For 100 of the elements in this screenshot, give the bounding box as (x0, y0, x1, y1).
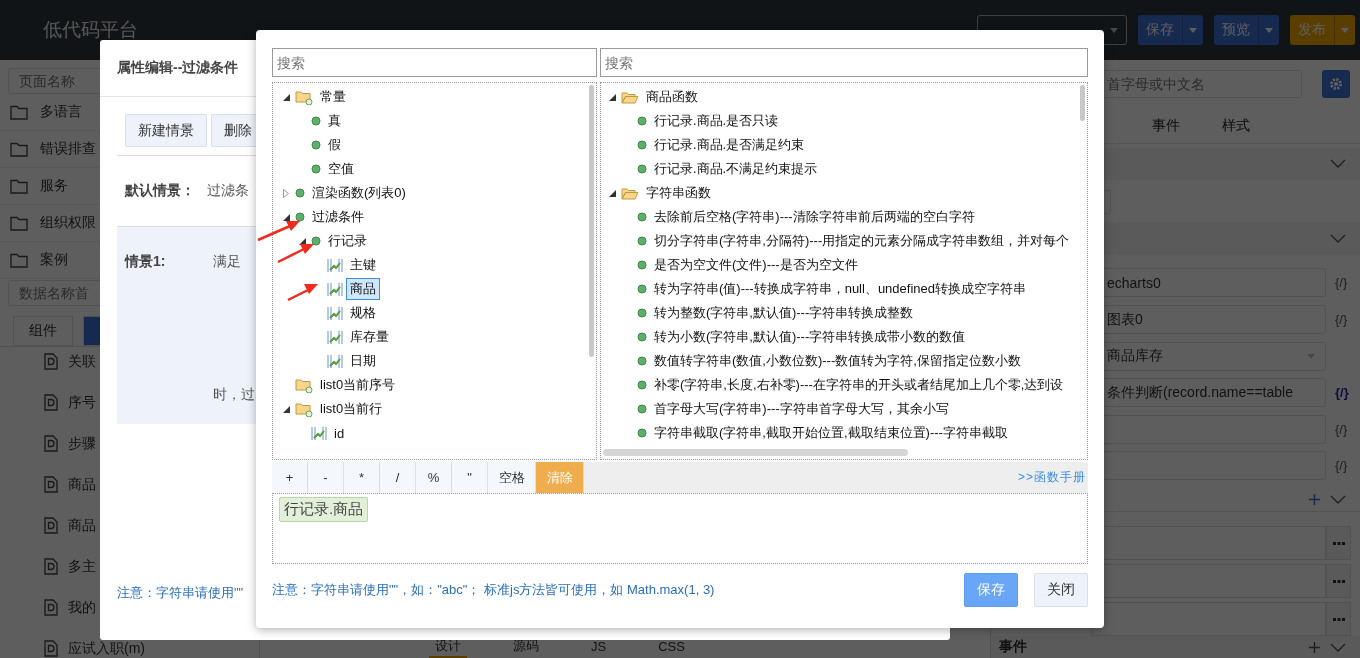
tree-item[interactable]: 转为字符串(值)---转换成字符串，null、undefined转换成空字符串 (650, 278, 1030, 300)
dot-icon (311, 164, 321, 174)
dot-icon (637, 164, 647, 174)
operator-button[interactable]: 空格 (488, 462, 536, 493)
search-field[interactable]: 搜索 (600, 48, 1088, 77)
scrollbar[interactable] (1080, 85, 1085, 121)
dot-icon (295, 188, 305, 198)
data-file-icon (44, 517, 58, 534)
annotation-arrow (277, 244, 314, 264)
tree-item[interactable]: 是否为空文件(文件)---是否为空文件 (650, 254, 862, 276)
dot-icon (637, 116, 647, 126)
tree-item[interactable]: 过滤条件 (308, 206, 368, 228)
scrollbar[interactable] (589, 85, 594, 357)
settings-button[interactable] (1322, 70, 1350, 98)
data-file-icon (44, 394, 58, 411)
expression-token[interactable]: 行记录.商品 (279, 497, 369, 522)
folder-icon (10, 215, 28, 231)
dot-icon (637, 284, 647, 294)
operator-button[interactable]: / (380, 462, 416, 493)
expanded-triangle-icon[interactable] (282, 405, 290, 413)
tree-item[interactable]: 转为整数(字符串,默认值)---字符串转换成整数 (650, 302, 918, 324)
dot-icon (311, 140, 321, 150)
dot-icon (637, 212, 647, 222)
scrollbar[interactable] (603, 449, 908, 456)
operator-button[interactable]: " (452, 462, 488, 493)
collapsed-triangle-icon[interactable] (283, 188, 289, 198)
tree-item[interactable]: 行记录.商品.不满足约束提示 (650, 158, 822, 180)
more-button[interactable] (1326, 526, 1351, 561)
folder-icon (295, 377, 313, 393)
dot-icon (311, 116, 321, 126)
expanded-triangle-icon[interactable] (608, 93, 616, 101)
tree-item[interactable]: 首字母大写(字符串)---字符串首字母大写，其余小写 (650, 398, 953, 420)
tree-item[interactable]: 行记录.商品.是否只读 (650, 110, 783, 132)
tree-item[interactable]: list0当前行 (316, 398, 387, 420)
operator-button[interactable]: + (272, 462, 308, 493)
tree-item[interactable]: 数值转字符串(数值,小数位数)---数值转为字符,保留指定位数小数 (650, 350, 1025, 372)
field-icon (327, 257, 343, 273)
tree-item[interactable]: 去除前后空格(字符串)---清除字符串前后两端的空白字符 (650, 206, 979, 228)
chevron-icon[interactable] (1330, 642, 1346, 652)
folder-icon (10, 178, 28, 194)
tree-item[interactable]: 行记录 (324, 230, 371, 252)
add-icon[interactable] (1309, 494, 1320, 506)
operator-button[interactable]: - (308, 462, 344, 493)
tree-item[interactable]: 转为小数(字符串,默认值)---字符串转换成带小数的数值 (650, 326, 970, 348)
tree-item[interactable]: 主键 (346, 254, 380, 276)
tree-item[interactable]: id (330, 423, 349, 443)
field-icon (327, 305, 343, 321)
condition-text: 满足 (213, 253, 241, 271)
search-field[interactable]: 搜索 (272, 48, 597, 77)
tree-item[interactable]: 商品函数 (642, 86, 702, 108)
more-button[interactable] (1326, 602, 1351, 637)
data-file-icon (44, 640, 58, 657)
chevron-icon[interactable] (1330, 233, 1346, 243)
dot-icon (637, 428, 647, 438)
app-logo: 低代码平台 (43, 18, 138, 42)
folder-icon (295, 89, 313, 105)
expanded-triangle-icon[interactable] (608, 189, 616, 197)
input-field[interactable] (1091, 602, 1326, 637)
dot-icon (637, 140, 647, 150)
tree-item[interactable]: 行记录.商品.是否满足约束 (650, 134, 809, 156)
add-icon[interactable] (1309, 641, 1320, 653)
caret-icon (1189, 27, 1197, 33)
scenario-button[interactable]: 新建情景 (125, 114, 207, 147)
folder-icon (295, 401, 313, 417)
tree-item[interactable]: 字符串函数 (642, 182, 715, 204)
annotation-arrow (287, 284, 318, 302)
caret-icon (1110, 27, 1118, 33)
dot-icon (637, 404, 647, 414)
folder-icon (621, 185, 639, 201)
settings-icon (1329, 77, 1344, 91)
expanded-triangle-icon[interactable] (282, 213, 290, 221)
note-text: 注意：字符串请使用"" (117, 584, 244, 602)
tree-item[interactable]: 补零(字符串,长度,右补零)---在字符串的开头或者结尾加上几个零,达到设 (650, 374, 1068, 396)
tree-item[interactable]: 真 (324, 110, 345, 132)
expanded-triangle-icon[interactable] (282, 93, 290, 101)
field-value: 过滤条 (207, 182, 249, 200)
operator-button[interactable]: * (344, 462, 380, 493)
tree-item[interactable]: 规格 (346, 302, 380, 324)
more-button[interactable] (1326, 564, 1351, 599)
more-icon (1332, 617, 1345, 621)
tree-item[interactable]: 日期 (346, 350, 380, 372)
tree-item[interactable]: 假 (324, 134, 345, 156)
operator-button[interactable]: % (416, 462, 452, 493)
expanded-triangle-icon[interactable] (298, 237, 306, 245)
note-text: 注意：字符串请使用""，如："abc"； 标准js方法皆可使用，如 Math.max(1, 3) (272, 581, 715, 599)
tree-item[interactable]: 渲染函数(列表0) (308, 182, 410, 204)
tree-item[interactable]: 库存量 (346, 326, 393, 348)
close-button[interactable]: 关闭 (1034, 573, 1088, 607)
tree-item[interactable]: 常量 (316, 86, 350, 108)
tree-item[interactable]: 切分字符串(字符串,分隔符)---用指定的元素分隔成字符串数组，并对每个 (650, 230, 1074, 252)
tree-item[interactable]: 字符串截取(字符串,截取开始位置,截取结束位置)---字符串截取 (650, 422, 1012, 444)
tree-item[interactable]: 商品 (346, 278, 380, 300)
expression-field[interactable]: 行记录.商品 (272, 493, 1088, 564)
folder-icon (10, 141, 28, 157)
chevron-icon[interactable] (1330, 159, 1346, 169)
chevron-icon[interactable] (1330, 495, 1346, 505)
tree-item[interactable]: list0当前序号 (316, 374, 400, 396)
dot-icon (637, 332, 647, 342)
tree-item[interactable]: 空值 (324, 158, 358, 180)
annotation-arrow (257, 221, 300, 242)
